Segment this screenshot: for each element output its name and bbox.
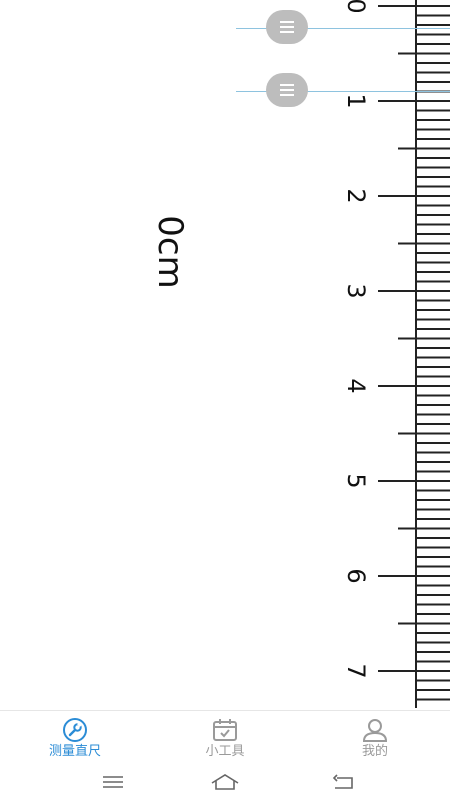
bottom-tab-bar: 测量直尺 小工具 我的 xyxy=(0,710,450,766)
tab-label: 我的 xyxy=(361,744,388,759)
tab-label: 小工具 xyxy=(205,744,245,759)
tab-mine[interactable]: 我的 xyxy=(315,711,435,766)
nav-back-button[interactable] xyxy=(328,771,358,793)
menu-lines-icon xyxy=(280,84,294,96)
ruler-number: 5 xyxy=(342,473,370,488)
ruler-number: 3 xyxy=(342,283,370,298)
ruler-area[interactable]: 0 1 2 3 4 5 6 7 0cm xyxy=(0,0,450,710)
menu-lines-icon xyxy=(280,21,294,33)
ruler-number: 7 xyxy=(342,663,370,678)
ruler-number: 0 xyxy=(342,0,370,14)
ruler-scale: 0 1 2 3 4 5 6 7 xyxy=(342,0,450,708)
wrench-icon xyxy=(63,718,87,742)
user-icon xyxy=(362,719,388,742)
tab-label: 测量直尺 xyxy=(48,744,101,759)
bottom-handle[interactable] xyxy=(266,73,308,107)
tab-small-tools[interactable]: 小工具 xyxy=(165,711,285,766)
back-icon xyxy=(332,774,353,789)
ruler-number: 4 xyxy=(342,378,370,393)
measurement-reading: 0cm xyxy=(150,215,190,289)
top-handle[interactable] xyxy=(266,10,308,44)
nav-menu-button[interactable] xyxy=(98,771,128,793)
calendar-check-icon xyxy=(213,719,237,741)
home-icon xyxy=(211,774,239,790)
ruler-number: 6 xyxy=(342,568,370,583)
ruler-number: 1 xyxy=(342,93,370,108)
tab-measure-ruler[interactable]: 测量直尺 xyxy=(15,711,135,766)
menu-icon xyxy=(103,776,123,788)
nav-home-button[interactable] xyxy=(210,771,240,793)
system-nav-bar xyxy=(0,765,450,800)
ruler-number: 2 xyxy=(342,188,370,203)
